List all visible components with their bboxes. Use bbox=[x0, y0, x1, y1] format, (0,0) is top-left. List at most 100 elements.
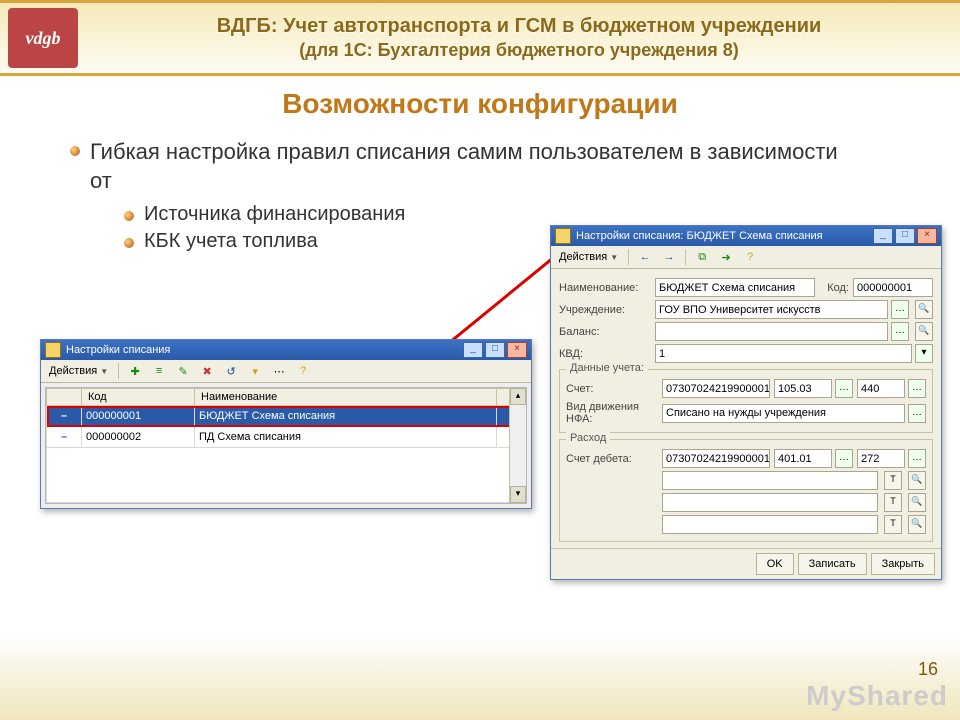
account-code-field[interactable]: 07307024219900001 bbox=[662, 379, 770, 398]
lookup-icon[interactable]: 🔍 bbox=[908, 471, 926, 490]
select-button[interactable]: … bbox=[908, 379, 926, 398]
debit-code-field[interactable]: 07307024219900001 bbox=[662, 449, 770, 468]
select-button[interactable]: … bbox=[908, 404, 926, 423]
vdgb-logo: vdgb bbox=[8, 8, 78, 68]
help-icon[interactable]: ? bbox=[293, 361, 313, 381]
scroll-up-icon[interactable]: ▴ bbox=[510, 388, 526, 405]
lookup-icon[interactable]: 🔍 bbox=[908, 493, 926, 512]
lookup-icon[interactable]: 🔍 bbox=[915, 300, 933, 319]
grid-body: Код Наименование – 000000001 БЮДЖЕТ Схем… bbox=[45, 387, 527, 504]
lookup-icon[interactable]: 🔍 bbox=[908, 515, 926, 534]
titlebar[interactable]: Настройки списания: БЮДЖЕТ Схема списани… bbox=[551, 226, 941, 246]
name-field[interactable]: БЮДЖЕТ Схема списания bbox=[655, 278, 815, 297]
select-button[interactable]: … bbox=[835, 379, 853, 398]
bullet-main: Гибкая настройка правил списания самим п… bbox=[70, 138, 850, 195]
account-num-field[interactable]: 105.03 bbox=[774, 379, 832, 398]
group-account-data: Данные учета: Счет: 07307024219900001 10… bbox=[559, 369, 933, 433]
add-icon[interactable]: ✚ bbox=[125, 361, 145, 381]
header-line1: ВДГБ: Учет автотранспорта и ГСМ в бюджет… bbox=[78, 14, 960, 39]
close-button[interactable]: Закрыть bbox=[871, 553, 935, 575]
titlebar[interactable]: Настройки списания _ □ × bbox=[41, 340, 531, 360]
account-sub-field[interactable]: 440 bbox=[857, 379, 905, 398]
actions-menu[interactable]: Действия▼ bbox=[555, 248, 622, 266]
header-text: ВДГБ: Учет автотранспорта и ГСМ в бюджет… bbox=[78, 14, 960, 62]
label-org: Учреждение: bbox=[559, 304, 651, 316]
extra-field[interactable] bbox=[662, 493, 878, 512]
settings-table[interactable]: Код Наименование – 000000001 БЮДЖЕТ Схем… bbox=[46, 388, 526, 503]
type-button[interactable]: T bbox=[884, 515, 902, 534]
watermark: MyShared bbox=[806, 680, 948, 712]
label-balance: Баланс: bbox=[559, 326, 651, 338]
debit-sub-field[interactable]: 272 bbox=[857, 449, 905, 468]
label-name: Наименование: bbox=[559, 282, 651, 294]
ok-button[interactable]: OK bbox=[756, 553, 794, 575]
save-button[interactable]: Записать bbox=[798, 553, 867, 575]
bullet-sub1-text: Источника финансирования bbox=[144, 203, 405, 226]
more-icon[interactable]: ⋯ bbox=[269, 361, 289, 381]
balance-field[interactable] bbox=[655, 322, 888, 341]
group-label: Данные учета: bbox=[566, 362, 648, 374]
nfa-field[interactable]: Списано на нужды учреждения bbox=[662, 404, 905, 423]
org-field[interactable]: ГОУ ВПО Университет искусств bbox=[655, 300, 888, 319]
app-icon bbox=[45, 342, 61, 358]
label-account: Счет: bbox=[566, 383, 658, 395]
bullet-dot-icon bbox=[70, 146, 80, 156]
kvd-field[interactable]: 1 bbox=[655, 344, 912, 363]
minimize-button[interactable]: _ bbox=[463, 342, 483, 358]
help-icon[interactable]: ? bbox=[740, 247, 760, 267]
section-title: Возможности конфигурации bbox=[0, 88, 960, 120]
type-button[interactable]: T bbox=[884, 493, 902, 512]
label-kvd: КВД: bbox=[559, 348, 651, 360]
table-row[interactable]: – 000000001 БЮДЖЕТ Схема списания bbox=[47, 406, 526, 427]
window2-title: Настройки списания: БЮДЖЕТ Схема списани… bbox=[576, 230, 823, 242]
form-body: Наименование: БЮДЖЕТ Схема списания Код:… bbox=[551, 269, 941, 548]
bullet-dot-icon bbox=[124, 238, 134, 248]
edit-icon[interactable]: ✎ bbox=[173, 361, 193, 381]
minimize-button[interactable]: _ bbox=[873, 228, 893, 244]
window-writeoff-detail: Настройки списания: БЮДЖЕТ Схема списани… bbox=[550, 225, 942, 580]
group-label: Расход bbox=[566, 432, 610, 444]
maximize-button[interactable]: □ bbox=[485, 342, 505, 358]
col-name[interactable]: Наименование bbox=[195, 389, 497, 406]
bullet-sub-1: Источника финансирования bbox=[124, 203, 920, 226]
label-debit: Счет дебета: bbox=[566, 453, 658, 465]
actions-menu[interactable]: Действия▼ bbox=[45, 362, 112, 380]
go-icon[interactable]: ➜ bbox=[716, 247, 736, 267]
refresh-icon[interactable]: ↺ bbox=[221, 361, 241, 381]
next-icon[interactable]: → bbox=[659, 247, 679, 267]
lookup-icon[interactable]: 🔍 bbox=[915, 322, 933, 341]
select-button[interactable]: … bbox=[835, 449, 853, 468]
toolbar: Действия▼ ✚ ≡ ✎ ✖ ↺ ▾ ⋯ ? bbox=[41, 360, 531, 383]
prev-icon[interactable]: ← bbox=[635, 247, 655, 267]
scrollbar[interactable]: ▴ ▾ bbox=[509, 388, 526, 503]
table-row[interactable]: – 000000002 ПД Схема списания bbox=[47, 427, 526, 448]
debit-num-field[interactable]: 401.01 bbox=[774, 449, 832, 468]
toolbar: Действия▼ ← → ⧉ ➜ ? bbox=[551, 246, 941, 269]
dropdown-button[interactable]: ▾ bbox=[915, 344, 933, 363]
header-line2: (для 1С: Бухгалтерия бюджетного учрежден… bbox=[78, 39, 960, 62]
copy-icon[interactable]: ⧉ bbox=[692, 247, 712, 267]
extra-field[interactable] bbox=[662, 471, 878, 490]
add-copy-icon[interactable]: ≡ bbox=[149, 361, 169, 381]
close-button[interactable]: × bbox=[507, 342, 527, 358]
scroll-down-icon[interactable]: ▾ bbox=[510, 486, 526, 503]
app-icon bbox=[555, 228, 571, 244]
code-field[interactable]: 000000001 bbox=[853, 278, 933, 297]
window-writeoff-settings: Настройки списания _ □ × Действия▼ ✚ ≡ ✎… bbox=[40, 339, 532, 509]
extra-field[interactable] bbox=[662, 515, 878, 534]
header-band: vdgb ВДГБ: Учет автотранспорта и ГСМ в б… bbox=[0, 0, 960, 76]
close-button[interactable]: × bbox=[917, 228, 937, 244]
window1-title: Настройки списания bbox=[66, 344, 170, 356]
page-number: 16 bbox=[918, 659, 938, 680]
bullet-sub2-text: КБК учета топлива bbox=[144, 230, 318, 253]
select-button[interactable]: … bbox=[891, 322, 909, 341]
maximize-button[interactable]: □ bbox=[895, 228, 915, 244]
select-button[interactable]: … bbox=[908, 449, 926, 468]
type-button[interactable]: T bbox=[884, 471, 902, 490]
filter-icon[interactable]: ▾ bbox=[245, 361, 265, 381]
delete-icon[interactable]: ✖ bbox=[197, 361, 217, 381]
select-button[interactable]: … bbox=[891, 300, 909, 319]
bullet-main-text: Гибкая настройка правил списания самим п… bbox=[90, 138, 850, 195]
form-buttons: OK Записать Закрыть bbox=[551, 548, 941, 579]
col-code[interactable]: Код bbox=[82, 389, 195, 406]
